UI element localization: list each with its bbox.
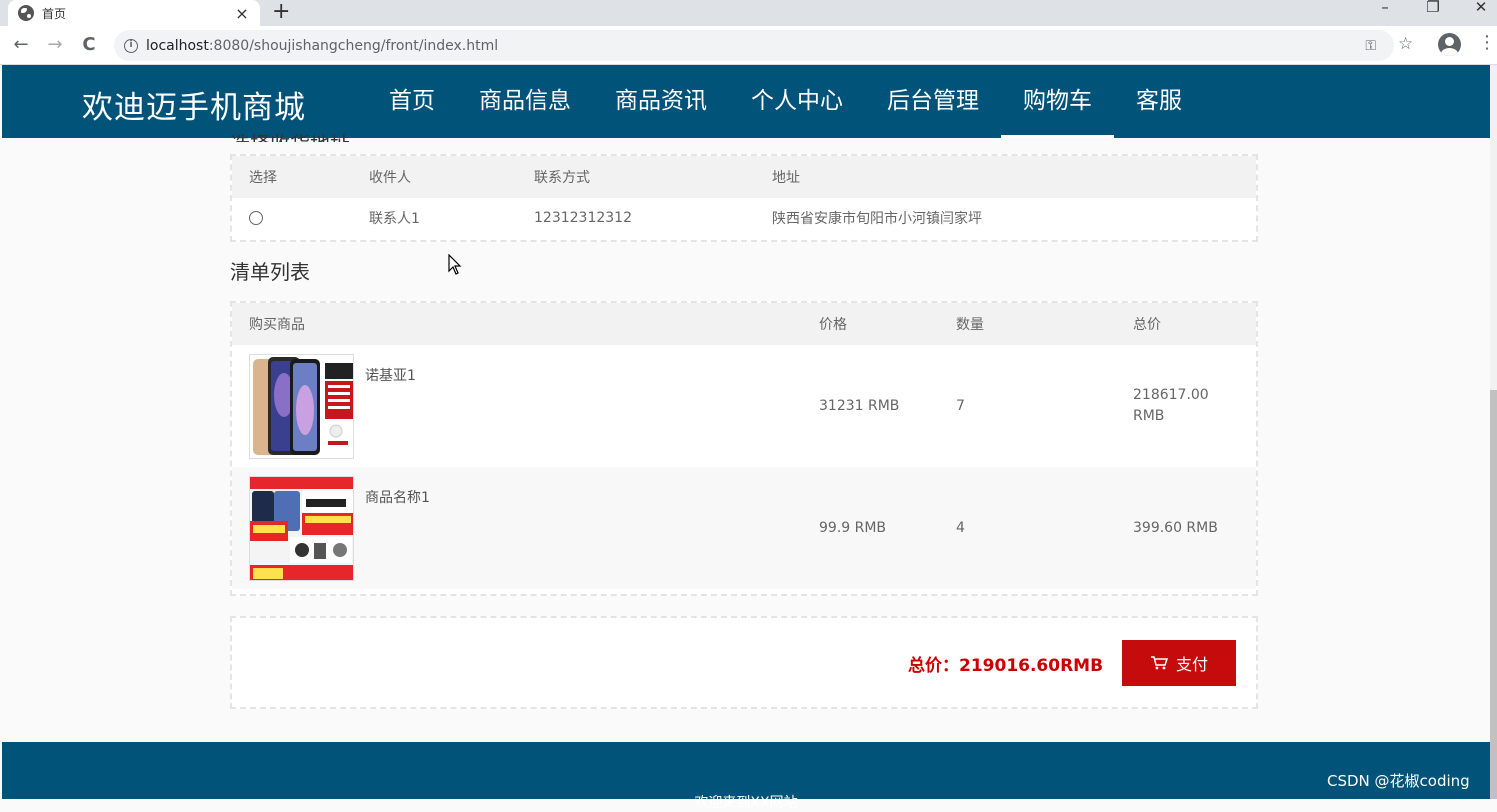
order-list-heading: 清单列表 — [230, 260, 310, 284]
site-brand[interactable]: 欢迪迈手机商城 — [82, 82, 306, 127]
column-header: 数量 — [939, 303, 1116, 345]
table-row: 诺基亚1 31231 RMB 7 218617.00 RMB — [232, 345, 1256, 467]
order-table-box: 购买商品 价格 数量 总价 诺基亚1 31231 RMB 7 218617.00… — [230, 301, 1258, 596]
order-table: 购买商品 价格 数量 总价 诺基亚1 31231 RMB 7 218617.00… — [232, 303, 1256, 589]
mouse-cursor-icon — [448, 254, 462, 275]
qty-cell: 7 — [956, 398, 965, 414]
qty-cell: 4 — [956, 520, 965, 536]
minimize-button[interactable]: – — [1362, 0, 1408, 26]
address-table-box: 选择 收件人 联系方式 地址 联系人1 12312312312 陕西省安康市旬阳… — [230, 154, 1258, 242]
profile-avatar-icon[interactable] — [1438, 33, 1461, 56]
nav-item-cart[interactable]: 购物车 — [1001, 65, 1114, 138]
tab-close-button[interactable]: × — [234, 4, 250, 23]
site-header: 欢迪迈手机商城 首页 商品信息 商品资讯 个人中心 后台管理 购物车 客服 — [2, 65, 1490, 138]
bookmark-star-icon[interactable]: ☆ — [1398, 34, 1413, 54]
main-nav: 首页 商品信息 商品资讯 个人中心 后台管理 购物车 客服 — [367, 65, 1204, 138]
address-bar[interactable]: i localhost:8080/shoujishangcheng/front/… — [114, 30, 1394, 61]
address-section-heading: 选择收货地址 — [230, 128, 350, 142]
column-header: 地址 — [755, 156, 1256, 198]
scrollbar-thumb[interactable] — [1490, 390, 1497, 799]
nav-item-admin[interactable]: 后台管理 — [865, 65, 1001, 138]
address-table: 选择 收件人 联系方式 地址 联系人1 12312312312 陕西省安康市旬阳… — [232, 156, 1256, 238]
pay-button[interactable]: 支付 — [1122, 640, 1236, 686]
address-cell: 陕西省安康市旬阳市小河镇闫家坪 — [772, 211, 982, 227]
globe-icon — [18, 5, 34, 21]
info-icon[interactable]: i — [124, 38, 138, 53]
site-footer: 欢迎来到XX网站 — [2, 742, 1490, 811]
grand-total: 总价：219016.60RMB — [908, 656, 1104, 676]
redmi-k40-pro-image[interactable] — [249, 476, 354, 581]
column-header: 价格 — [802, 303, 939, 345]
browser-tabstrip: 首页 × + – ❐ ✕ — [0, 0, 1497, 26]
csdn-watermark: CSDN @花椒coding — [1327, 772, 1470, 790]
tab-title: 首页 — [42, 6, 67, 21]
table-row: 联系人1 12312312312 陕西省安康市旬阳市小河镇闫家坪 — [232, 198, 1256, 238]
iphone-xs-max-image[interactable] — [249, 354, 354, 459]
pay-button-label: 支付 — [1175, 655, 1208, 674]
line-total-cell: 399.60 RMB — [1133, 520, 1218, 536]
browser-tab[interactable]: 首页 × — [8, 0, 260, 26]
price-cell: 31231 RMB — [819, 398, 900, 414]
back-button[interactable]: ← — [10, 34, 32, 56]
new-tab-button[interactable]: + — [272, 0, 290, 26]
checkout-box: 总价：219016.60RMB 支付 — [230, 616, 1258, 709]
line-total-cell: 218617.00 RMB — [1133, 387, 1209, 424]
more-menu-icon[interactable]: ⋮ — [1478, 34, 1496, 52]
cart-content: 选择收货地址 选择 收件人 联系方式 地址 联系人1 12312312312 陕… — [230, 132, 1260, 738]
price-cell: 99.9 RMB — [819, 520, 887, 536]
recipient-cell: 联系人1 — [369, 211, 420, 227]
address-radio[interactable] — [249, 211, 263, 225]
table-row: 商品名称1 99.9 RMB 4 399.60 RMB — [232, 467, 1256, 589]
restore-button[interactable]: ❐ — [1410, 0, 1456, 26]
column-header: 购买商品 — [232, 303, 802, 345]
forward-button[interactable]: → — [44, 34, 66, 56]
nav-item-home[interactable]: 首页 — [367, 65, 457, 138]
nav-item-profile[interactable]: 个人中心 — [729, 65, 865, 138]
column-header: 选择 — [232, 156, 352, 198]
close-window-button[interactable]: ✕ — [1458, 0, 1497, 26]
footer-text: 欢迎来到XX网站 — [694, 795, 798, 811]
key-icon[interactable]: ⚿ — [1365, 38, 1376, 54]
nav-item-products[interactable]: 商品信息 — [457, 65, 593, 138]
browser-toolbar: ← → C i localhost:8080/shoujishangcheng/… — [0, 26, 1497, 65]
phone-cell: 12312312312 — [534, 210, 632, 226]
reload-button[interactable]: C — [78, 34, 100, 56]
goods-name[interactable]: 诺基亚1 — [365, 365, 416, 385]
url-text: localhost:8080/shoujishangcheng/front/in… — [146, 37, 499, 54]
column-header: 总价 — [1116, 303, 1256, 345]
cart-icon — [1150, 656, 1168, 670]
nav-item-news[interactable]: 商品资讯 — [593, 65, 729, 138]
column-header: 联系方式 — [517, 156, 755, 198]
goods-name[interactable]: 商品名称1 — [365, 487, 430, 507]
column-header: 收件人 — [352, 156, 517, 198]
nav-item-service[interactable]: 客服 — [1114, 65, 1204, 138]
